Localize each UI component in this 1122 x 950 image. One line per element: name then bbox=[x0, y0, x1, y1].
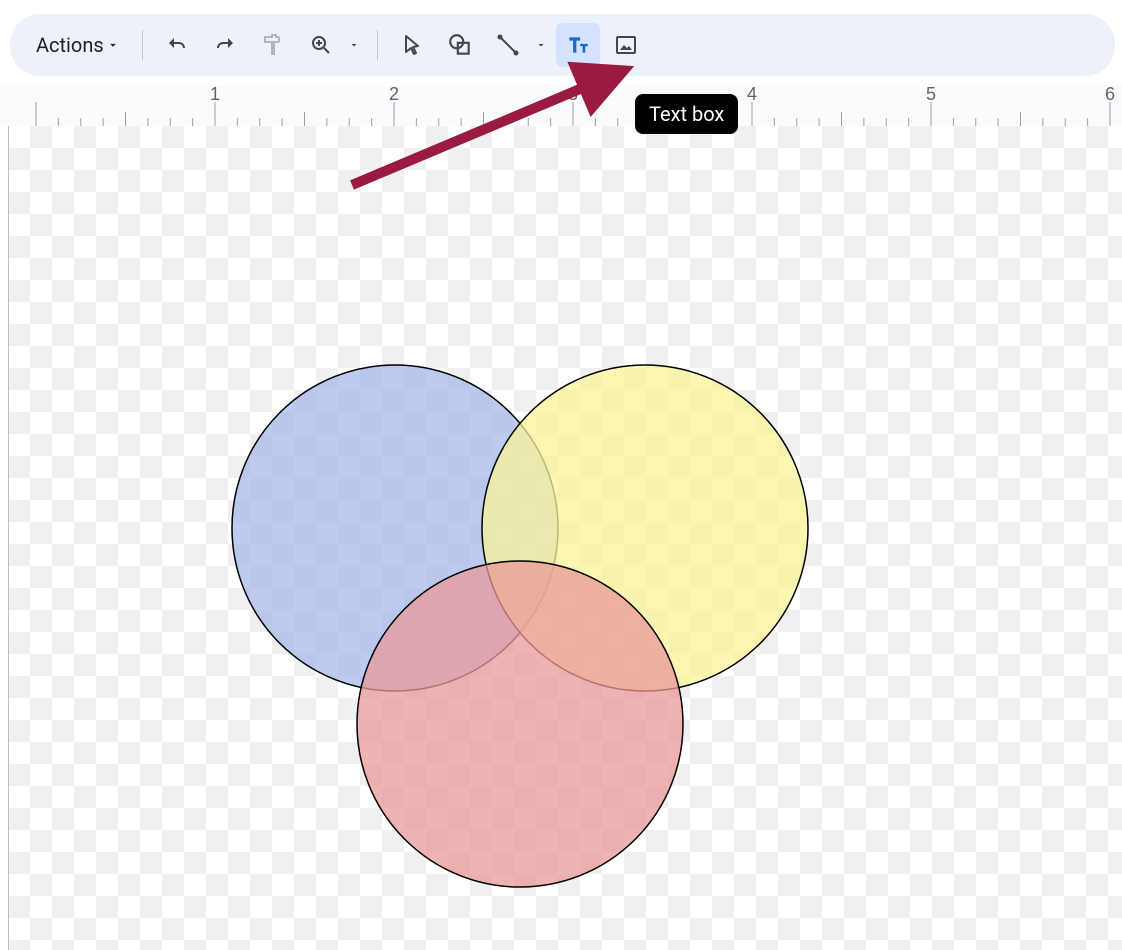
svg-text:6: 6 bbox=[1105, 86, 1115, 104]
undo-button[interactable] bbox=[155, 23, 199, 67]
select-tool-button[interactable] bbox=[390, 23, 434, 67]
horizontal-ruler: 1 2 3 4 5 6 bbox=[0, 86, 1122, 126]
redo-button[interactable] bbox=[203, 23, 247, 67]
svg-text:1: 1 bbox=[210, 86, 220, 104]
paint-format-button bbox=[251, 23, 295, 67]
svg-text:2: 2 bbox=[389, 86, 399, 104]
separator bbox=[142, 30, 143, 60]
zoom-button[interactable] bbox=[299, 23, 343, 67]
line-icon bbox=[496, 33, 520, 57]
shape-tool-button[interactable] bbox=[438, 23, 482, 67]
textbox-icon bbox=[565, 32, 591, 58]
line-dropdown[interactable] bbox=[530, 23, 552, 67]
svg-text:3: 3 bbox=[568, 86, 578, 104]
line-tool-button[interactable] bbox=[486, 23, 530, 67]
shape-icon bbox=[447, 32, 473, 58]
image-icon bbox=[614, 33, 638, 57]
caret-down-icon bbox=[348, 39, 360, 51]
venn-diagram[interactable] bbox=[0, 126, 1122, 950]
caret-down-icon bbox=[106, 38, 120, 52]
undo-icon bbox=[165, 33, 189, 57]
redo-icon bbox=[213, 33, 237, 57]
zoom-dropdown[interactable] bbox=[343, 23, 365, 67]
toolbar: Actions bbox=[10, 14, 1115, 76]
svg-text:5: 5 bbox=[926, 86, 936, 104]
ruler-svg: 1 2 3 4 5 6 bbox=[0, 86, 1122, 126]
svg-text:4: 4 bbox=[747, 86, 757, 104]
cursor-icon bbox=[400, 33, 424, 57]
tooltip-label: Text box bbox=[649, 102, 724, 126]
venn-circle[interactable] bbox=[357, 561, 683, 887]
tooltip-textbox: Text box bbox=[635, 94, 738, 134]
actions-label: Actions bbox=[36, 33, 104, 57]
zoom-group[interactable] bbox=[299, 23, 365, 67]
line-group[interactable] bbox=[486, 23, 552, 67]
image-tool-button[interactable] bbox=[604, 23, 648, 67]
paint-format-icon bbox=[261, 33, 285, 57]
actions-menu-button[interactable]: Actions bbox=[26, 27, 130, 63]
separator bbox=[377, 30, 378, 60]
textbox-tool-button[interactable] bbox=[556, 23, 600, 67]
caret-down-icon bbox=[535, 39, 547, 51]
drawing-canvas[interactable]: Text box bbox=[0, 126, 1122, 950]
zoom-icon bbox=[309, 33, 333, 57]
